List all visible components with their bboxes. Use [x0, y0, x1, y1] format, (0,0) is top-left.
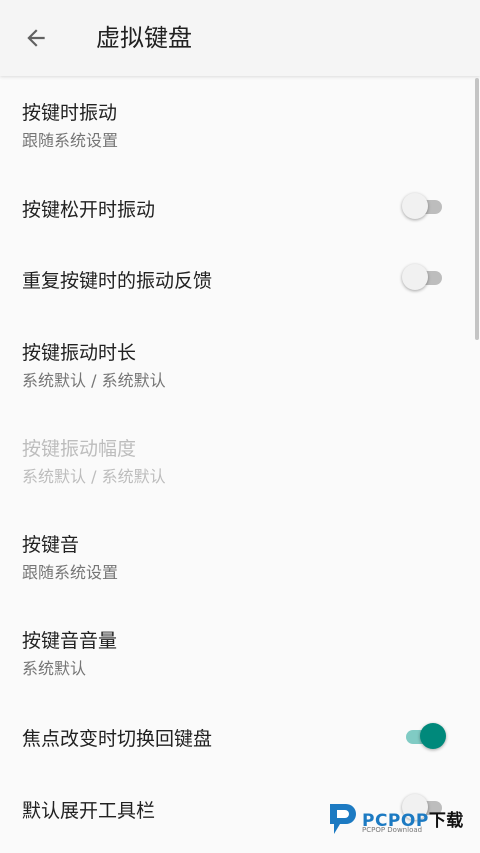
back-button[interactable] [14, 16, 58, 60]
pref-summary: 跟随系统设置 [22, 131, 119, 150]
pref-title: 重复按键时的振动反馈 [22, 270, 213, 292]
pref-summary: 系统默认 / 系统默认 [22, 467, 166, 486]
watermark-subtitle: PCPOP Download [362, 826, 423, 834]
pref-title: 按键松开时振动 [22, 199, 156, 221]
switch-thumb [402, 193, 428, 219]
pref-summary: 系统默认 / 系统默认 [22, 371, 166, 390]
repeat-key-vibration-switch[interactable] [402, 264, 444, 292]
settings-screen: 虚拟键盘 按键时振动 跟随系统设置 按键松开时振动 重复按键时的振动反馈 按键振… [0, 0, 480, 853]
switch-thumb [402, 264, 428, 290]
pref-title: 按键振动幅度 [22, 438, 137, 460]
key-release-vibration-switch[interactable] [402, 193, 444, 221]
app-bar: 虚拟键盘 [0, 0, 480, 76]
arrow-back-icon [27, 29, 45, 47]
pref-title: 按键时振动 [22, 102, 118, 124]
pref-vibration-amplitude: 按键振动幅度 系统默认 / 系统默认 [0, 412, 480, 508]
pref-title: 按键音音量 [22, 630, 118, 652]
page-title: 虚拟键盘 [96, 24, 192, 52]
watermark-suffix: 下载 [428, 811, 464, 831]
pref-summary: 系统默认 [22, 659, 87, 678]
pref-title: 焦点改变时切换回键盘 [22, 728, 213, 750]
watermark: PCPOP下载 PCPOP Download [326, 800, 476, 844]
pref-title: 按键音 [22, 534, 80, 556]
pref-title: 默认展开工具栏 [22, 800, 156, 822]
pref-title: 按键振动时长 [22, 342, 137, 364]
pref-key-sound[interactable]: 按键音 跟随系统设置 [0, 508, 480, 604]
pref-key-release-vibration[interactable]: 按键松开时振动 [0, 172, 480, 244]
pref-summary: 跟随系统设置 [22, 563, 119, 582]
pref-vibration-duration[interactable]: 按键振动时长 系统默认 / 系统默认 [0, 316, 480, 412]
switch-back-on-focus-switch[interactable] [404, 723, 446, 751]
pref-switch-back-on-focus[interactable]: 焦点改变时切换回键盘 [0, 700, 480, 772]
pcpop-logo-icon [330, 804, 356, 834]
pref-repeat-key-vibration[interactable]: 重复按键时的振动反馈 [0, 244, 480, 316]
scrollbar[interactable] [475, 78, 479, 340]
pref-key-vibration[interactable]: 按键时振动 跟随系统设置 [0, 76, 480, 172]
switch-thumb [420, 723, 446, 749]
pref-key-sound-volume[interactable]: 按键音音量 系统默认 [0, 604, 480, 700]
